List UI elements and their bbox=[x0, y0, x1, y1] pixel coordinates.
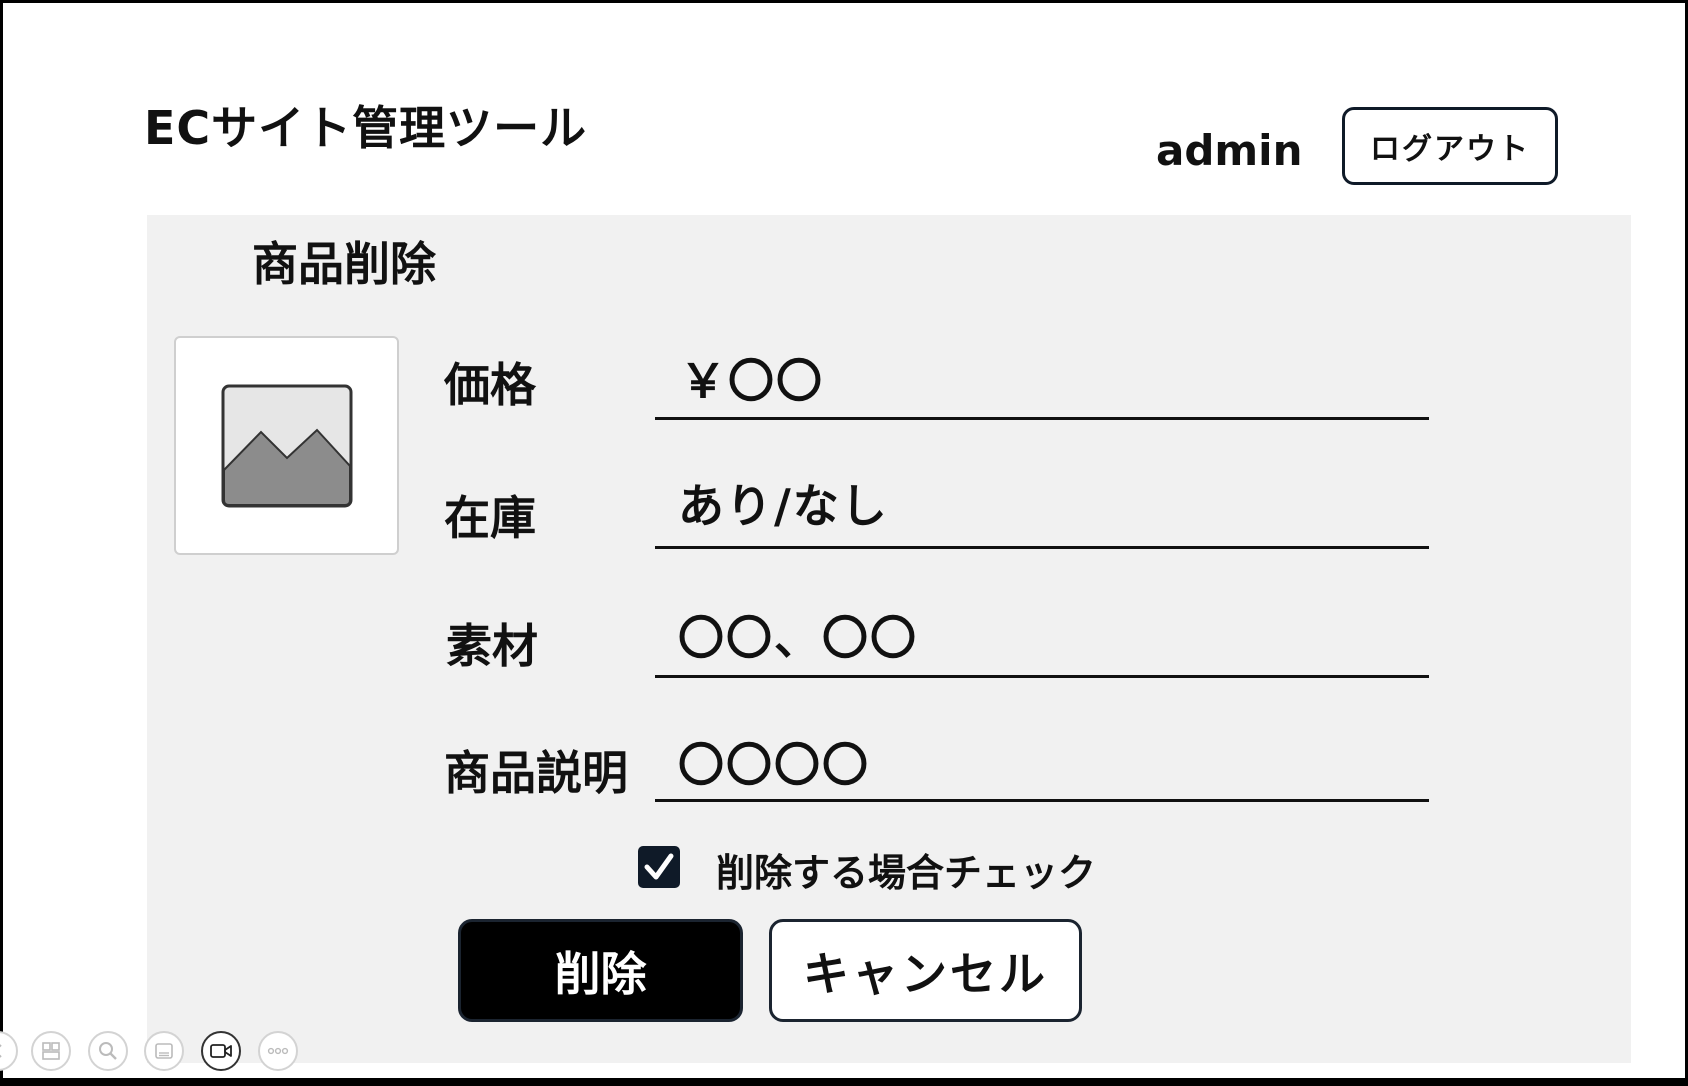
username-label: admin bbox=[1156, 126, 1303, 175]
captions-icon[interactable] bbox=[144, 1031, 184, 1071]
more-icon[interactable] bbox=[258, 1031, 298, 1071]
stock-underline bbox=[655, 546, 1429, 549]
page-title: 商品削除 bbox=[252, 237, 436, 291]
logout-button[interactable]: ログアウト bbox=[1342, 107, 1558, 185]
stock-value: あり/なし bbox=[678, 479, 889, 533]
video-icon[interactable] bbox=[201, 1031, 241, 1071]
material-underline bbox=[655, 675, 1429, 678]
delete-confirm-checkbox[interactable] bbox=[638, 846, 680, 888]
material-value: 〇〇、〇〇 bbox=[678, 611, 918, 665]
delete-confirm-label: 削除する場合チェック bbox=[716, 851, 1097, 895]
stock-label: 在庫 bbox=[444, 491, 536, 545]
image-placeholder-icon bbox=[221, 384, 353, 508]
material-label: 素材 bbox=[446, 619, 538, 673]
product-image bbox=[174, 336, 399, 555]
layout-icon[interactable] bbox=[31, 1031, 71, 1071]
description-value: 〇〇〇〇 bbox=[678, 738, 870, 792]
delete-button[interactable]: 削除 bbox=[458, 919, 743, 1022]
description-underline bbox=[655, 799, 1429, 802]
price-value: ￥〇〇 bbox=[680, 354, 824, 408]
price-label: 価格 bbox=[444, 358, 536, 412]
description-label: 商品説明 bbox=[444, 746, 628, 800]
zoom-icon[interactable] bbox=[88, 1031, 128, 1071]
checkmark-icon bbox=[644, 853, 674, 880]
app-title: ECサイト管理ツール bbox=[144, 101, 588, 155]
cancel-button[interactable]: キャンセル bbox=[769, 919, 1082, 1022]
price-underline bbox=[655, 417, 1429, 420]
